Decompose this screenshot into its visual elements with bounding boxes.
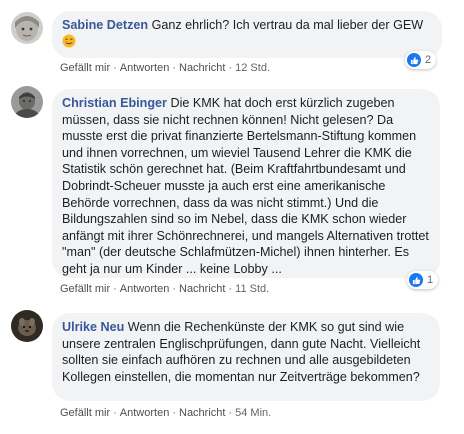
reaction-summary[interactable]: 1 <box>407 271 439 289</box>
separator-dot: · <box>172 407 176 419</box>
separator-dot: · <box>228 283 233 295</box>
message-link[interactable]: Nachricht <box>179 62 225 74</box>
reaction-summary[interactable]: 2 <box>405 51 437 69</box>
smiling-face-emoji <box>62 34 76 53</box>
reaction-count: 2 <box>425 54 432 66</box>
timestamp[interactable]: 12 Std. <box>235 62 270 74</box>
timestamp[interactable]: 11 Std. <box>235 283 269 295</box>
comment-author[interactable]: Ulrike Neu <box>62 320 124 334</box>
comment-bubble: Christian Ebinger Die KMK hat doch erst … <box>52 89 440 278</box>
comment-bubble: Sabine Detzen Ganz ehrlich? Ich vertrau … <box>52 11 442 58</box>
comment-author[interactable]: Sabine Detzen <box>62 18 148 32</box>
separator-dot: · <box>228 407 233 419</box>
separator-dot: · <box>113 283 117 295</box>
separator-dot: · <box>172 62 176 74</box>
like-icon <box>409 273 423 287</box>
like-link[interactable]: Gefällt mir <box>60 62 110 74</box>
reply-link[interactable]: Antworten <box>120 62 170 74</box>
like-link[interactable]: Gefällt mir <box>60 407 110 419</box>
message-link[interactable]: Nachricht <box>179 283 225 295</box>
avatar[interactable] <box>11 86 43 118</box>
like-link[interactable]: Gefällt mir <box>60 283 110 295</box>
comment-actions: Gefällt mir · Antworten · Nachricht · 12 Std. <box>60 62 270 74</box>
timestamp[interactable]: 54 Min. <box>235 407 271 419</box>
reaction-count: 1 <box>427 274 434 286</box>
message-link[interactable]: Nachricht <box>179 407 225 419</box>
like-icon <box>407 53 421 67</box>
avatar[interactable] <box>11 12 43 44</box>
separator-dot: · <box>113 407 117 419</box>
comment-bubble: Ulrike Neu Wenn die Rechenkünste der KMK… <box>52 313 440 401</box>
comment-actions: Gefällt mir · Antworten · Nachricht · 11 Std. <box>60 283 269 295</box>
avatar[interactable] <box>11 310 43 342</box>
separator-dot: · <box>228 62 233 74</box>
comment-text: Die KMK hat doch erst kürzlich zugeben m… <box>62 96 429 276</box>
reply-link[interactable]: Antworten <box>120 283 170 295</box>
comment-text: Ganz ehrlich? Ich vertrau da mal lieber … <box>151 18 424 32</box>
reply-link[interactable]: Antworten <box>120 407 170 419</box>
separator-dot: · <box>172 283 176 295</box>
separator-dot: · <box>113 62 117 74</box>
comment-actions: Gefällt mir · Antworten · Nachricht · 54 Min. <box>60 407 271 419</box>
comment-author[interactable]: Christian Ebinger <box>62 96 167 110</box>
